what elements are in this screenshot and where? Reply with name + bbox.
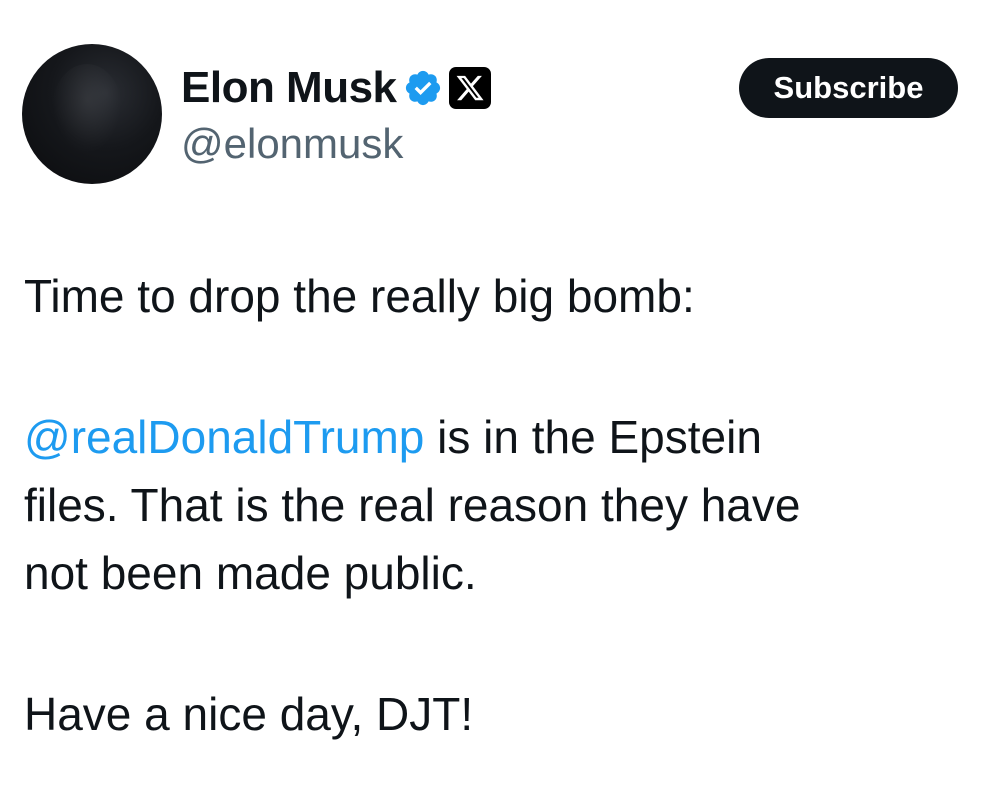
- tweet-line-1: Time to drop the really big bomb:: [24, 270, 695, 322]
- tweet-line-3: files. That is the real reason they have: [24, 479, 801, 531]
- subscribe-button[interactable]: Subscribe: [739, 58, 958, 118]
- tweet-line-4: not been made public.: [24, 547, 477, 599]
- tweet-line-5: Have a nice day, DJT!: [24, 688, 474, 740]
- x-logo-icon[interactable]: [448, 67, 491, 109]
- tweet-text: Time to drop the really big bomb: @realD…: [24, 262, 964, 748]
- author-name-row: Elon Musk: [181, 62, 491, 114]
- tweet-line-2: @realDonaldTrump is in the Epstein: [24, 403, 964, 471]
- mention-link[interactable]: @realDonaldTrump: [24, 411, 424, 463]
- author-display-name[interactable]: Elon Musk: [181, 62, 397, 114]
- verified-badge-icon[interactable]: [403, 68, 443, 108]
- author-handle[interactable]: @elonmusk: [181, 119, 403, 169]
- avatar[interactable]: [22, 44, 162, 184]
- tweet-line-2-text: is in the Epstein: [424, 411, 762, 463]
